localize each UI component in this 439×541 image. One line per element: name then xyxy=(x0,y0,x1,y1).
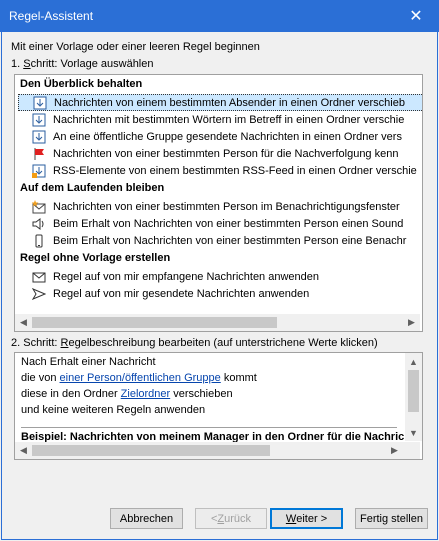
vertical-scrollbar[interactable]: ▲ ▼ xyxy=(405,353,422,441)
envelope-icon xyxy=(32,270,46,284)
scroll-right-icon[interactable]: ▶ xyxy=(386,442,403,459)
template-item-label: Beim Erhalt von Nachrichten von einer be… xyxy=(53,217,404,230)
next-accel: W xyxy=(285,512,297,525)
template-item[interactable]: RSS-Elemente von einem bestimmten RSS-Fe… xyxy=(18,162,422,179)
divider xyxy=(21,427,397,428)
template-item[interactable]: Nachrichten von einer bestimmten Person … xyxy=(18,198,422,215)
description-line: und keine weiteren Regeln anwenden xyxy=(21,404,206,416)
cancel-button[interactable]: Abbrechen xyxy=(110,508,183,529)
step1-prefix: 1. xyxy=(11,58,24,70)
next-rest: eiter > xyxy=(296,512,328,525)
template-item-label: Nachrichten von einer bestimmten Person … xyxy=(53,200,400,213)
horizontal-scrollbar[interactable]: ◀ ▶ xyxy=(15,314,420,331)
back-button[interactable]: < Zurück xyxy=(195,508,267,529)
scrollbar-thumb[interactable] xyxy=(32,445,270,456)
description-text: verschieben xyxy=(170,388,233,400)
scrollbar-thumb[interactable] xyxy=(408,370,419,412)
envelope-folder-icon xyxy=(32,130,46,144)
next-button[interactable]: Weiter > xyxy=(270,508,343,529)
close-icon[interactable]: ✕ xyxy=(393,0,439,32)
dialog-body: Mit einer Vorlage oder einer leeren Rege… xyxy=(1,32,438,540)
rule-description-panel: Nach Erhalt einer Nachricht die von eine… xyxy=(14,352,423,460)
section-heading: Den Überblick behalten xyxy=(20,78,143,90)
description-line: die von einer Person/öffentlichen Gruppe… xyxy=(21,372,257,384)
scroll-down-icon[interactable]: ▼ xyxy=(405,424,422,441)
title-bar: Regel-Assistent ✕ xyxy=(0,0,439,32)
scroll-up-icon[interactable]: ▲ xyxy=(405,353,422,370)
target-folder-link[interactable]: Zielordner xyxy=(121,388,171,400)
description-text: diese in den Ordner xyxy=(21,388,121,400)
template-item-label: Nachrichten von einer bestimmten Person … xyxy=(53,147,399,160)
template-item[interactable]: Beim Erhalt von Nachrichten von einer be… xyxy=(18,232,422,249)
section-heading: Auf dem Laufenden bleiben xyxy=(20,182,165,194)
template-list[interactable]: Den Überblick behalten Nachrichten von e… xyxy=(14,74,423,332)
send-arrow-icon xyxy=(32,287,46,301)
template-item-label: An eine öffentliche Gruppe gesendete Nac… xyxy=(53,130,402,143)
window-title: Regel-Assistent xyxy=(9,9,94,23)
template-item[interactable]: Regel auf von mir empfangene Nachrichten… xyxy=(18,268,422,285)
template-item-label: RSS-Elemente von einem bestimmten RSS-Fe… xyxy=(53,164,417,177)
template-item[interactable]: Nachrichten von einem bestimmten Absende… xyxy=(18,94,422,111)
envelope-folder-icon xyxy=(32,113,46,127)
rss-folder-icon xyxy=(32,164,46,178)
step2-rest: egelbeschreibung bearbeiten (auf unterst… xyxy=(68,337,378,349)
template-item[interactable]: An eine öffentliche Gruppe gesendete Nac… xyxy=(18,128,422,145)
template-item[interactable]: Beim Erhalt von Nachrichten von einer be… xyxy=(18,215,422,232)
template-item-label: Regel auf von mir empfangene Nachrichten… xyxy=(53,270,319,283)
scroll-left-icon[interactable]: ◀ xyxy=(15,314,32,331)
description-line: diese in den Ordner Zielordner verschieb… xyxy=(21,388,233,400)
sender-link[interactable]: einer Person/öffentlichen Gruppe xyxy=(60,372,221,384)
envelope-star-icon xyxy=(32,199,46,214)
step1-label: 1. Schritt: Vorlage auswählen xyxy=(11,58,154,70)
template-item-label: Nachrichten mit bestimmten Wörtern im Be… xyxy=(53,113,405,126)
description-text: die von xyxy=(21,372,60,384)
description-text: kommt xyxy=(220,372,257,384)
red-flag-icon xyxy=(32,147,46,161)
scrollbar-thumb[interactable] xyxy=(32,317,277,328)
step2-prefix: 2. Schritt: xyxy=(11,337,61,349)
step2-label: 2. Schritt: Regelbeschreibung bearbeiten… xyxy=(11,337,378,349)
template-item-label: Beim Erhalt von Nachrichten von einer be… xyxy=(53,234,407,247)
step1-rest: chritt: Vorlage auswählen xyxy=(30,58,154,70)
back-rest: urück xyxy=(224,512,252,525)
description-line: Nach Erhalt einer Nachricht xyxy=(21,356,156,368)
envelope-folder-icon xyxy=(33,96,47,110)
step1-accel: S xyxy=(23,58,31,70)
intro-text: Mit einer Vorlage oder einer leeren Rege… xyxy=(11,41,260,53)
template-item-label: Regel auf von mir gesendete Nachrichten … xyxy=(53,287,310,300)
template-item[interactable]: Nachrichten mit bestimmten Wörtern im Be… xyxy=(18,111,422,128)
mobile-phone-icon xyxy=(32,234,46,248)
back-accel: Z xyxy=(217,512,225,525)
template-item[interactable]: Regel auf von mir gesendete Nachrichten … xyxy=(18,285,422,302)
scroll-left-icon[interactable]: ◀ xyxy=(15,442,32,459)
template-item-label: Nachrichten von einem bestimmten Absende… xyxy=(54,96,405,109)
template-item[interactable]: Nachrichten von einer bestimmten Person … xyxy=(18,145,422,162)
scroll-right-icon[interactable]: ▶ xyxy=(403,314,420,331)
speaker-icon xyxy=(32,217,46,231)
section-heading: Regel ohne Vorlage erstellen xyxy=(20,252,171,264)
horizontal-scrollbar[interactable]: ◀ ▶ xyxy=(15,442,420,459)
finish-button[interactable]: Fertig stellen xyxy=(355,508,428,529)
